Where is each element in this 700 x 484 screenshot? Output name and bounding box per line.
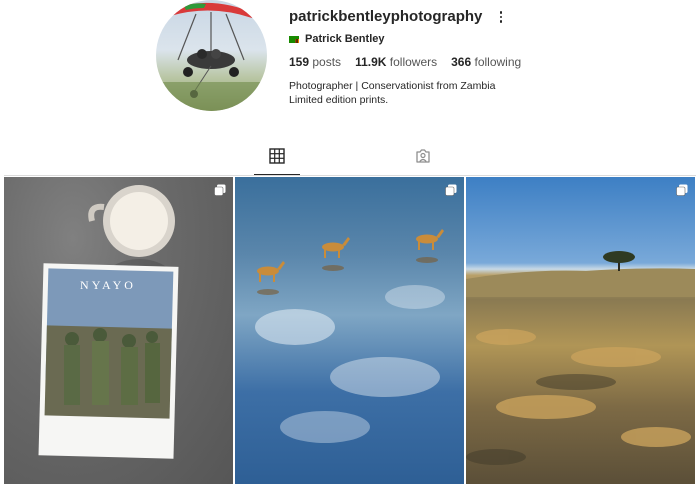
multiple-photos-icon: [214, 184, 226, 196]
followers-label: followers: [389, 55, 438, 69]
tagged-user-icon: [416, 149, 430, 163]
multiple-photos-icon: [676, 184, 688, 196]
profile-stats: 159 posts 11.9K followers 366 following: [289, 55, 521, 69]
grid-icon: [269, 148, 285, 164]
following-link[interactable]: 366 following: [451, 55, 521, 69]
bio-line-2: Limited edition prints.: [289, 94, 389, 106]
full-name-row: Patrick Bentley: [289, 33, 384, 45]
magazine-title: NYAYO: [80, 278, 136, 292]
posts-count-label: posts: [312, 55, 342, 69]
multiple-photos-icon: [445, 184, 457, 196]
profile-bio: Photographer | Conservationist from Zamb…: [289, 79, 495, 107]
microlight-aircraft-photo: [156, 2, 267, 111]
savanna-landscape-photo: [466, 251, 695, 465]
post-savanna-landscape[interactable]: [466, 177, 695, 484]
tab-posts[interactable]: [254, 148, 300, 176]
tab-tagged[interactable]: [400, 148, 446, 176]
posts-grid: NYAYO: [4, 177, 696, 484]
antelopes-in-water-photo: [255, 229, 445, 443]
post-magazine-and-coffee[interactable]: NYAYO: [4, 177, 233, 484]
zambia-flag-icon: [289, 35, 299, 43]
post-antelopes-in-water[interactable]: [235, 177, 464, 484]
followers-count-value: 11.9K: [355, 55, 387, 69]
profile-avatar[interactable]: [156, 0, 267, 111]
posts-count: 159 posts: [289, 55, 341, 69]
magazine-and-coffee-photo: NYAYO: [38, 185, 179, 459]
followers-link[interactable]: 11.9K followers: [355, 55, 437, 69]
posts-count-value: 159: [289, 55, 310, 69]
following-label: following: [474, 55, 522, 69]
more-options-icon[interactable]: [494, 9, 508, 27]
following-count-value: 366: [451, 55, 472, 69]
tabs-divider: [4, 175, 696, 176]
profile-full-name: Patrick Bentley: [305, 33, 385, 45]
profile-username: patrickbentleyphotography: [289, 8, 483, 25]
bio-line-1: Photographer | Conservationist from Zamb…: [289, 80, 496, 92]
